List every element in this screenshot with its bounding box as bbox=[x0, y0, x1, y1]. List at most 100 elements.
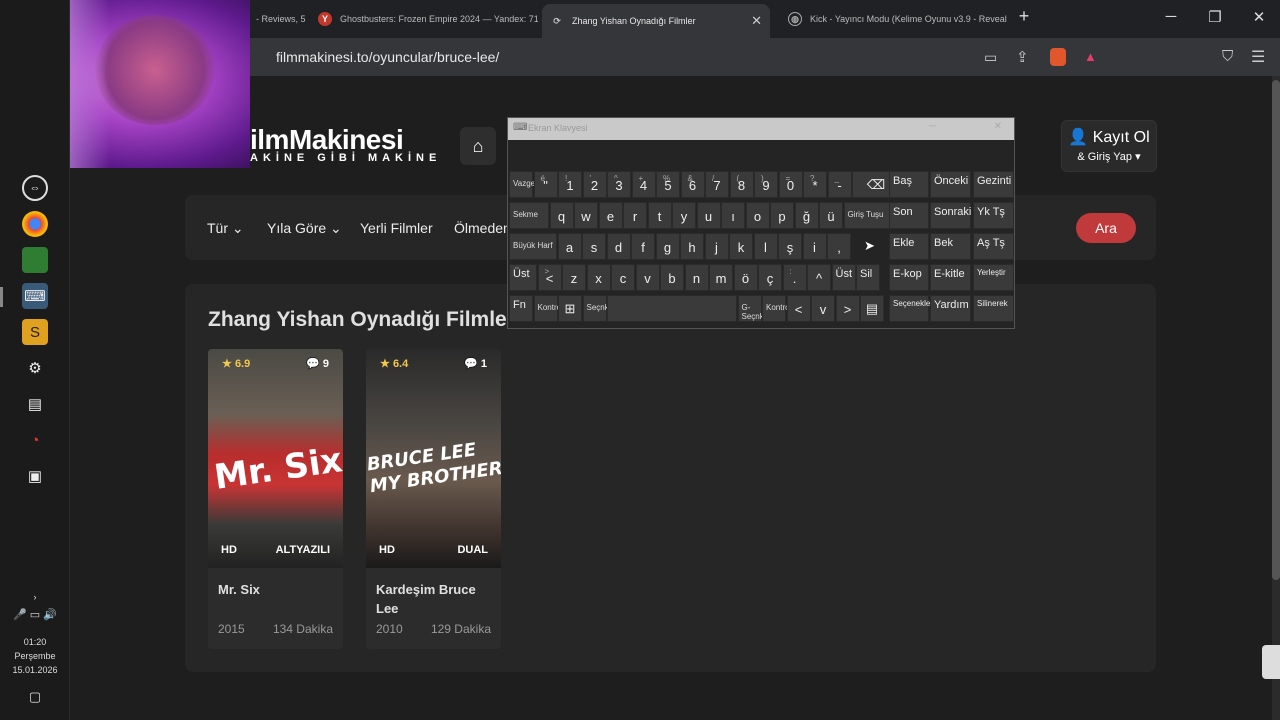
keyboard-key[interactable]: u bbox=[696, 202, 721, 229]
keyboard-key[interactable]: t bbox=[647, 202, 672, 229]
clock-app-icon[interactable]: ◔ bbox=[22, 427, 48, 453]
keyboard-key[interactable]: m bbox=[709, 264, 733, 291]
keyboard-key[interactable]: f bbox=[631, 233, 655, 260]
keyboard-key[interactable]: /7 bbox=[705, 171, 729, 198]
keyboard-key[interactable]: Fn bbox=[509, 295, 533, 322]
close-window-icon[interactable]: ✕ bbox=[1249, 8, 1269, 26]
keyboard-key[interactable]: é " bbox=[533, 171, 558, 198]
tray-expand-icon[interactable]: › bbox=[0, 590, 70, 604]
keyboard-key[interactable]: x bbox=[586, 264, 611, 291]
keyboard-key[interactable]: ^ bbox=[807, 264, 831, 291]
keyboard-key[interactable]: Giriş Tuşu bbox=[843, 202, 892, 229]
keyboard-key[interactable]: ö bbox=[733, 264, 758, 291]
osk-minimize-icon[interactable]: ─ bbox=[929, 121, 936, 132]
keyboard-key[interactable] bbox=[607, 295, 737, 322]
browser-tab[interactable]: Y Ghostbusters: Frozen Empire 2024 — Yan… bbox=[310, 5, 538, 33]
keyboard-key[interactable]: i bbox=[802, 233, 827, 260]
keyboard-key[interactable]: Sekme bbox=[509, 202, 549, 229]
keyboard-nav-key[interactable]: E-kop bbox=[889, 264, 929, 291]
keyboard-key[interactable]: j bbox=[704, 233, 729, 260]
keyboard-key[interactable]: ⊞ bbox=[558, 295, 582, 322]
brave-rewards-icon[interactable]: ▲ bbox=[1084, 49, 1097, 64]
chrome-icon[interactable] bbox=[22, 211, 48, 237]
keyboard-key[interactable]: ^ 3 bbox=[607, 171, 631, 198]
keyboard-nav-key[interactable]: Silinerek bbox=[973, 295, 1014, 322]
keyboard-nav-key[interactable]: Seçenekler bbox=[889, 295, 933, 322]
browser-tab[interactable]: ◍ Kick - Yayıncı Modu (Kelime Oyunu v3.9… bbox=[780, 5, 1010, 33]
scrollbar-thumb[interactable] bbox=[1272, 80, 1280, 580]
keyboard-key[interactable]: :. bbox=[782, 264, 807, 291]
keyboard-key[interactable]: ▤ bbox=[860, 295, 884, 322]
keyboard-nav-key[interactable]: Baş bbox=[889, 171, 929, 198]
keyboard-key[interactable]: ü bbox=[819, 202, 843, 229]
keyboard-key[interactable]: z bbox=[562, 264, 586, 291]
keyboard-key[interactable]: Kontrol bbox=[533, 295, 563, 322]
keyboard-key[interactable]: q bbox=[549, 202, 574, 229]
keyboard-key[interactable]: ? * bbox=[803, 171, 827, 198]
keyboard-key[interactable]: ! 1 bbox=[558, 171, 582, 198]
brave-shield-icon[interactable] bbox=[1050, 48, 1066, 66]
keyboard-nav-key[interactable]: Yardım bbox=[930, 295, 971, 322]
keyboard-key[interactable]: Üst bbox=[509, 264, 537, 291]
movie-title[interactable]: Mr. Six bbox=[218, 580, 336, 599]
keyboard-key[interactable]: h bbox=[680, 233, 704, 260]
keyboard-key[interactable]: w bbox=[574, 202, 598, 229]
keyboard-key[interactable]: = 0 bbox=[778, 171, 803, 198]
teamviewer-icon[interactable]: ⇔ bbox=[22, 175, 48, 201]
minimize-icon[interactable]: ─ bbox=[1161, 8, 1181, 25]
browser-tab-active[interactable]: ⟳ Zhang Yishan Oynadığı Filmler ✕ bbox=[542, 4, 770, 38]
keyboard-key[interactable]: c bbox=[611, 264, 635, 291]
keyboard-key[interactable]: v bbox=[811, 295, 835, 322]
folder-icon[interactable]: ▤ bbox=[22, 391, 48, 417]
nav-before-die[interactable]: Ölmeden bbox=[454, 220, 511, 236]
vpn-shield-icon[interactable]: ⛉ bbox=[1222, 48, 1233, 65]
notifications-icon[interactable]: ▢ bbox=[0, 690, 70, 704]
keyboard-key[interactable]: ç bbox=[758, 264, 782, 291]
url-field[interactable]: filmmakinesi.to/oyuncular/bruce-lee/ bbox=[276, 49, 499, 65]
osk-titlebar[interactable]: ⌨ Ekran Klavyesi ─ ✕ bbox=[508, 118, 1014, 140]
keyboard-key[interactable]: v bbox=[635, 264, 660, 291]
share-icon[interactable]: ⇪ bbox=[1016, 48, 1029, 66]
keyboard-key[interactable]: _ - bbox=[827, 171, 852, 198]
keyboard-key[interactable]: Seçnk bbox=[582, 295, 609, 322]
keyboard-key[interactable]: d bbox=[606, 233, 631, 260]
keyboard-key[interactable]: > bbox=[835, 295, 860, 322]
nvidia-icon[interactable] bbox=[22, 247, 48, 273]
keyboard-nav-key[interactable]: Yk Tş bbox=[973, 202, 1014, 229]
auth-button[interactable]: 👤 Kayıt Ol & Giriş Yap ▾ bbox=[1061, 120, 1157, 172]
nav-by-year[interactable]: Yıla Göre ⌄ bbox=[267, 220, 342, 237]
keyboard-key[interactable]: Vazgeç bbox=[509, 171, 539, 198]
nav-local-films[interactable]: Yerli Filmler bbox=[360, 220, 433, 236]
tray-status-icons[interactable]: 🎤 ▭ 🔊 bbox=[0, 608, 70, 622]
keyboard-app-icon[interactable]: ⌨ bbox=[22, 283, 48, 309]
keyboard-key[interactable]: +4 bbox=[631, 171, 656, 198]
sublime-icon[interactable]: S bbox=[22, 319, 48, 345]
keyboard-key[interactable]: G-Seçnk bbox=[737, 295, 764, 322]
keyboard-key[interactable]: Büyük Harf bbox=[509, 233, 557, 260]
keyboard-key[interactable]: b bbox=[660, 264, 684, 291]
settings-gear-icon[interactable]: ⚙ bbox=[22, 355, 48, 381]
keyboard-key[interactable]: ) 9 bbox=[754, 171, 778, 198]
movie-card[interactable]: Mr. Six ★ 6.9 💬 9 HD ALTYAZILI Mr. Six 2… bbox=[208, 349, 343, 649]
browser-tab[interactable]: - Reviews, 5 bbox=[248, 5, 308, 33]
search-button[interactable]: Ara bbox=[1076, 213, 1136, 243]
close-tab-icon[interactable]: ✕ bbox=[751, 13, 762, 29]
keyboard-key[interactable]: % 5 bbox=[656, 171, 680, 198]
keyboard-key[interactable]: y bbox=[672, 202, 696, 229]
keyboard-key[interactable]: ' 2 bbox=[582, 171, 607, 198]
keyboard-nav-key[interactable]: Gezinti bbox=[973, 171, 1014, 198]
file-icon[interactable]: ▣ bbox=[22, 463, 48, 489]
side-panel-tab[interactable] bbox=[1262, 645, 1280, 679]
keyboard-key[interactable]: g bbox=[655, 233, 680, 260]
keyboard-key[interactable]: l bbox=[753, 233, 778, 260]
keyboard-key[interactable]: e bbox=[598, 202, 623, 229]
keyboard-key[interactable]: Kontrol bbox=[762, 295, 791, 322]
keyboard-key[interactable]: (8 bbox=[729, 171, 754, 198]
menu-icon[interactable]: ☰ bbox=[1251, 47, 1265, 67]
keyboard-key[interactable]: k bbox=[729, 233, 753, 260]
clock-time[interactable]: 01:20 bbox=[0, 635, 70, 649]
keyboard-key[interactable]: Sil bbox=[856, 264, 880, 291]
keyboard-key[interactable]: Üst bbox=[831, 264, 856, 291]
osk-close-icon[interactable]: ✕ bbox=[994, 121, 1002, 132]
keyboard-key[interactable]: > < bbox=[537, 264, 562, 291]
